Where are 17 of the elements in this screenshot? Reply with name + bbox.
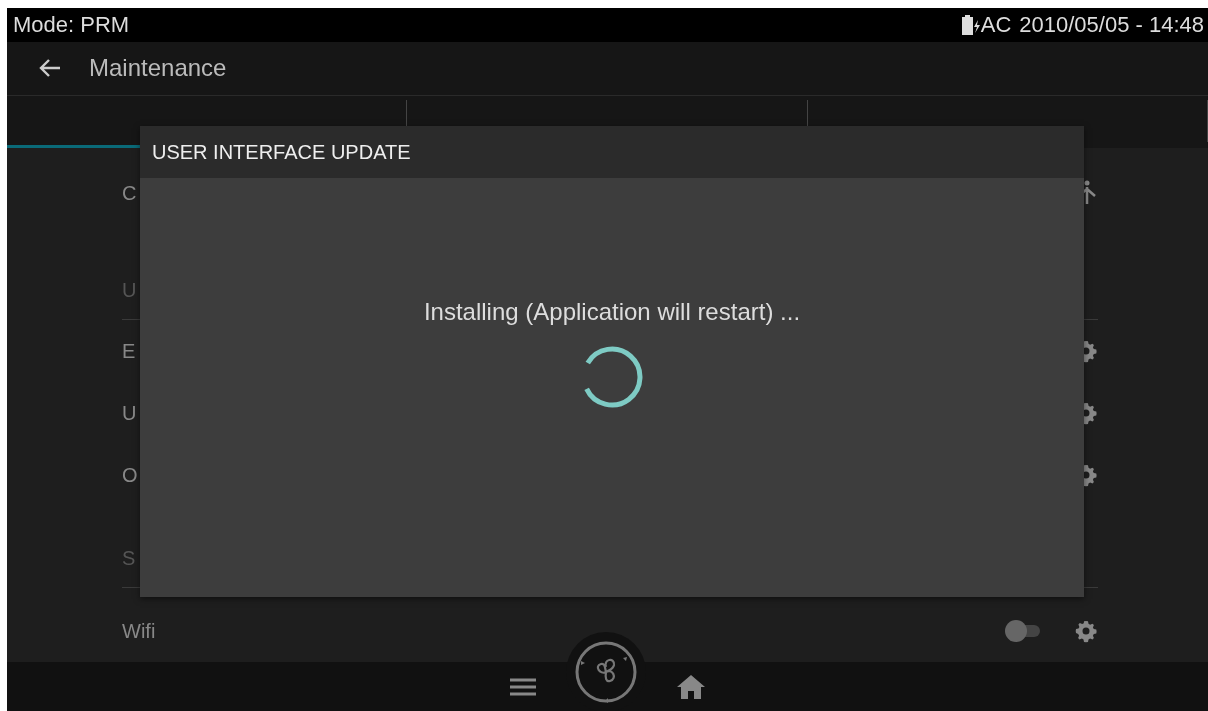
setting-label: O: [122, 463, 138, 488]
setting-label: U: [122, 401, 137, 426]
setting-label: E: [122, 339, 136, 364]
back-arrow-icon[interactable]: [39, 58, 61, 79]
setting-label: Wifi: [122, 619, 156, 644]
power-label: AC: [980, 11, 1012, 40]
dialog-title: USER INTERFACE UPDATE: [140, 126, 1084, 178]
home-icon[interactable]: [675, 673, 706, 700]
setting-label: C: [122, 181, 137, 206]
toggle-switch[interactable]: [1004, 619, 1040, 643]
settings-icon[interactable]: [1074, 619, 1098, 643]
screen-title: Maintenance: [89, 53, 227, 84]
mode-label: Mode: PRM: [13, 11, 130, 40]
date-time: 2010/05/05 - 14:48: [1019, 11, 1204, 40]
status-message: Installing (Application will restart) ...: [423, 297, 801, 327]
battery-charging-icon: [960, 12, 981, 37]
menu-icon[interactable]: [509, 676, 536, 697]
